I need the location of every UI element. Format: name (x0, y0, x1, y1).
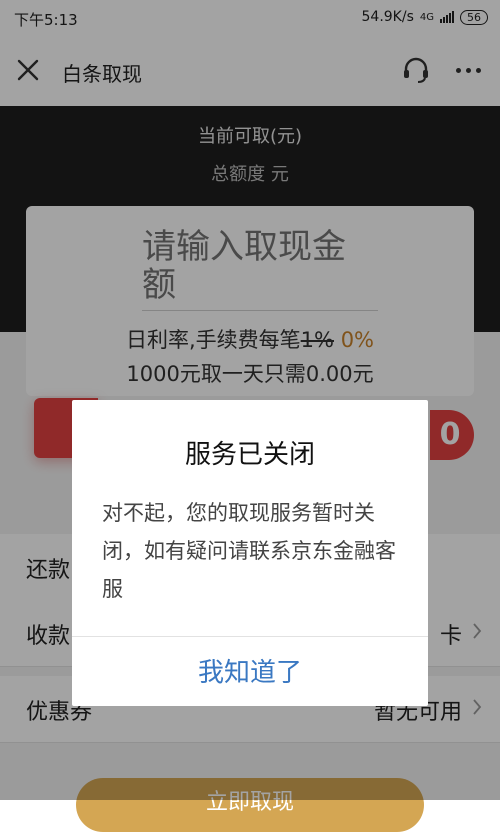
dialog-title: 服务已关闭 (184, 440, 315, 470)
service-closed-dialog: 服务已关闭 对不起，您的取现服务暂时关闭，如有疑问请联系京东金融客服 我知道了 (72, 400, 428, 706)
dialog-ok-button[interactable]: 我知道了 (72, 637, 428, 706)
dialog-message: 对不起，您的取现服务暂时关闭，如有疑问请联系京东金融客服 (102, 501, 396, 601)
